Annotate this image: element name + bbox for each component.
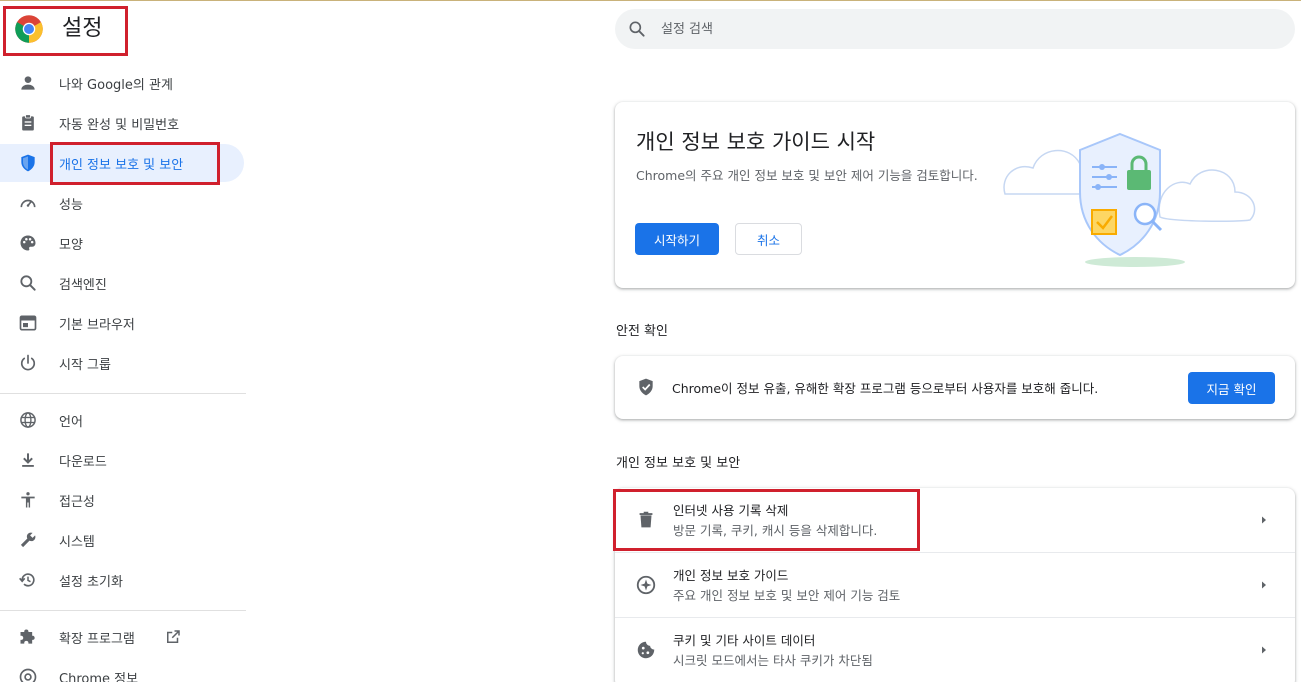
- privacy-settings-card: 인터넷 사용 기록 삭제 방문 기록, 쿠키, 캐시 등을 삭제합니다. 개인 …: [615, 488, 1295, 682]
- browser-icon: [19, 315, 37, 331]
- row-subtitle: 주요 개인 정보 보호 및 보안 제어 기능 검토: [673, 588, 901, 603]
- person-icon: [21, 76, 35, 90]
- sidebar-item-label: 성능: [59, 197, 83, 213]
- chrome-logo-icon: [15, 15, 43, 43]
- privacy-guide-card: 개인 정보 보호 가이드 시작 Chrome의 주요 개인 정보 보호 및 보안…: [615, 102, 1295, 288]
- external-link-icon: [167, 630, 180, 643]
- sidebar-item-label: 기본 브라우저: [59, 317, 135, 333]
- sidebar-item-label: 개인 정보 보호 및 보안: [59, 157, 184, 173]
- chevron-right-icon: [1262, 516, 1266, 524]
- chevron-right-icon: [1262, 646, 1266, 654]
- shield-check-icon: [639, 378, 653, 396]
- privacy-guide-description: Chrome의 주요 개인 정보 보호 및 보안 제어 기능을 검토합니다.: [636, 168, 978, 183]
- palette-icon: [20, 235, 36, 251]
- start-guide-button[interactable]: 시작하기: [635, 223, 719, 255]
- sidebar-item-autofill[interactable]: 자동 완성 및 비밀번호: [0, 104, 244, 142]
- sidebar-divider: [0, 393, 246, 394]
- safety-check-card: Chrome이 정보 유출, 유해한 확장 프로그램 등으로부터 사용자를 보호…: [615, 356, 1295, 419]
- search-bar[interactable]: [615, 9, 1295, 49]
- speedometer-icon: [20, 199, 36, 208]
- sidebar-item-reset[interactable]: 설정 초기화: [0, 561, 244, 599]
- cookie-icon: [637, 641, 655, 659]
- row-title: 개인 정보 보호 가이드: [673, 568, 789, 583]
- safety-check-heading: 안전 확인: [616, 324, 668, 339]
- chrome-icon: [19, 668, 37, 682]
- sidebar-item-label: 확장 프로그램: [59, 631, 135, 647]
- accessibility-icon: [21, 492, 35, 508]
- sidebar-item-label: 자동 완성 및 비밀번호: [59, 117, 180, 133]
- clipboard-icon: [22, 114, 34, 131]
- sidebar-item-label: 접근성: [59, 494, 95, 510]
- trash-icon: [639, 511, 653, 528]
- row-cookies-site-data[interactable]: 쿠키 및 기타 사이트 데이터 시크릿 모드에서는 타사 쿠키가 차단됨: [615, 618, 1295, 682]
- sidebar-item-downloads[interactable]: 다운로드: [0, 441, 244, 479]
- restore-icon: [19, 573, 35, 587]
- sidebar-item-default-browser[interactable]: 기본 브라우저: [0, 304, 244, 342]
- sidebar-item-search-engine[interactable]: 검색엔진: [0, 264, 244, 302]
- check-now-button[interactable]: 지금 확인: [1188, 372, 1275, 404]
- compass-icon: [636, 575, 656, 595]
- privacy-section-heading: 개인 정보 보호 및 보안: [616, 456, 741, 471]
- search-icon: [629, 21, 645, 37]
- privacy-guide-title: 개인 정보 보호 가이드 시작: [636, 130, 876, 154]
- power-icon: [20, 354, 36, 371]
- download-icon: [22, 453, 34, 467]
- row-title: 쿠키 및 기타 사이트 데이터: [673, 633, 816, 648]
- row-privacy-guide[interactable]: 개인 정보 보호 가이드 주요 개인 정보 보호 및 보안 제어 기능 검토: [615, 553, 1295, 617]
- search-icon: [20, 275, 36, 291]
- top-border: [0, 0, 1301, 1]
- row-clear-browsing-data[interactable]: 인터넷 사용 기록 삭제 방문 기록, 쿠키, 캐시 등을 삭제합니다.: [615, 488, 1295, 552]
- wrench-icon: [20, 532, 36, 548]
- safety-check-description: Chrome이 정보 유출, 유해한 확장 프로그램 등으로부터 사용자를 보호…: [672, 381, 1099, 396]
- row-subtitle: 방문 기록, 쿠키, 캐시 등을 삭제합니다.: [673, 523, 878, 538]
- puzzle-icon: [20, 629, 35, 644]
- sidebar-item-label: 시작 그룹: [59, 357, 111, 373]
- sidebar-item-label: 언어: [59, 414, 83, 430]
- sidebar-divider: [0, 610, 246, 611]
- privacy-guide-illustration: [1003, 132, 1256, 267]
- sidebar-item-appearance[interactable]: 모양: [0, 224, 244, 262]
- globe-icon: [20, 412, 36, 428]
- sidebar-item-about-chrome[interactable]: Chrome 정보: [0, 658, 244, 682]
- sidebar-item-accessibility[interactable]: 접근성: [0, 481, 244, 519]
- sidebar-item-label: 검색엔진: [59, 277, 107, 293]
- cancel-guide-button[interactable]: 취소: [735, 223, 802, 255]
- sidebar-item-performance[interactable]: 성능: [0, 184, 244, 222]
- sidebar-item-label: 설정 초기화: [59, 574, 123, 590]
- sidebar-item-privacy-security[interactable]: 개인 정보 보호 및 보안: [0, 144, 244, 182]
- row-title: 인터넷 사용 기록 삭제: [673, 503, 789, 518]
- sidebar-item-label: 모양: [59, 237, 83, 253]
- search-input[interactable]: [661, 9, 1261, 49]
- sidebar-item-label: Chrome 정보: [59, 671, 139, 682]
- sidebar-item-on-startup[interactable]: 시작 그룹: [0, 344, 244, 382]
- sidebar-item-you-and-google[interactable]: 나와 Google의 관계: [0, 64, 244, 102]
- row-subtitle: 시크릿 모드에서는 타사 쿠키가 차단됨: [673, 653, 873, 668]
- page-title: 설정: [62, 16, 103, 41]
- sidebar-item-label: 시스템: [59, 534, 95, 550]
- sidebar-item-label: 다운로드: [59, 454, 107, 470]
- sidebar-item-languages[interactable]: 언어: [0, 401, 244, 439]
- chevron-right-icon: [1262, 581, 1266, 589]
- sidebar-item-extensions[interactable]: 확장 프로그램: [0, 618, 244, 656]
- sidebar-item-system[interactable]: 시스템: [0, 521, 244, 559]
- sidebar-item-label: 나와 Google의 관계: [59, 77, 173, 93]
- shield-icon: [21, 154, 35, 172]
